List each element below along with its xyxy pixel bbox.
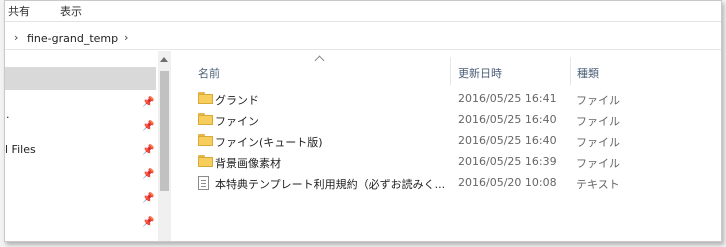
file-list: 名前 更新日時 種類 グランド 2016/05/25 16:41 ファイル ファ… <box>180 51 721 241</box>
chevron-right-icon[interactable]: › <box>124 31 128 44</box>
pin-icon[interactable]: 📌 <box>142 217 154 229</box>
column-header-name[interactable]: 名前 <box>198 65 220 81</box>
column-header-type[interactable]: 種類 <box>577 65 599 81</box>
folder-icon <box>198 92 213 104</box>
column-header-date[interactable]: 更新日時 <box>458 65 502 81</box>
file-type: ファイル <box>576 136 620 149</box>
file-name: ファイン <box>215 115 259 128</box>
nav-scrollbar[interactable] <box>158 51 171 241</box>
nav-item-selected[interactable] <box>5 67 156 90</box>
nav-item-files[interactable]: l Files <box>5 143 36 156</box>
file-date: 2016/05/25 16:40 <box>458 134 557 147</box>
nav-item-dot[interactable]: · <box>6 111 10 124</box>
folder-icon <box>198 113 213 125</box>
column-divider[interactable] <box>450 57 451 85</box>
file-name: グランド <box>215 94 259 107</box>
file-type: ファイル <box>576 157 620 170</box>
scrollbar-thumb[interactable] <box>160 71 169 191</box>
pin-icon[interactable]: 📌 <box>142 169 154 181</box>
ribbon-tabs: 共有 表示 <box>5 1 721 22</box>
folder-icon <box>198 155 213 167</box>
explorer-window: 共有 表示 › fine-grand_temp › · l Files 📌 📌 … <box>4 0 722 242</box>
file-row[interactable]: 背景画像素材 2016/05/25 16:39 ファイル <box>192 152 712 172</box>
file-type: ファイル <box>576 115 620 128</box>
file-type: テキスト <box>576 178 620 191</box>
pin-icon[interactable]: 📌 <box>142 193 154 205</box>
breadcrumb-folder[interactable]: fine-grand_temp <box>27 32 118 45</box>
sort-ascending-icon[interactable] <box>314 55 325 66</box>
pin-icon[interactable]: 📌 <box>142 121 154 133</box>
text-file-icon <box>198 176 209 190</box>
pin-icon[interactable]: 📌 <box>142 97 154 109</box>
file-name: ファイン(キュート版) <box>215 136 323 149</box>
pin-icon[interactable]: 📌 <box>142 145 154 157</box>
folder-icon <box>198 134 213 146</box>
navigation-pane: · l Files 📌 📌 📌 📌 📌 📌 <box>5 51 156 241</box>
file-name: 背景画像素材 <box>215 157 281 170</box>
file-row[interactable]: 本特典テンプレート利用規約（必ずお読みく... 2016/05/20 10:08… <box>192 173 712 193</box>
column-divider[interactable] <box>570 57 571 85</box>
ribbon-tab-view[interactable]: 表示 <box>60 3 82 19</box>
scroll-up-icon[interactable] <box>160 57 168 62</box>
ribbon-tab-share[interactable]: 共有 <box>8 3 30 19</box>
file-date: 2016/05/25 16:40 <box>458 113 557 126</box>
file-row[interactable]: グランド 2016/05/25 16:41 ファイル <box>192 89 712 109</box>
file-type: ファイル <box>576 94 620 107</box>
file-date: 2016/05/25 16:39 <box>458 155 557 168</box>
file-row[interactable]: ファイン(キュート版) 2016/05/25 16:40 ファイル <box>192 131 712 151</box>
file-date: 2016/05/25 16:41 <box>458 92 557 105</box>
chevron-right-icon[interactable]: › <box>14 31 18 44</box>
file-name: 本特典テンプレート利用規約（必ずお読みく... <box>215 178 446 191</box>
file-row[interactable]: ファイン 2016/05/25 16:40 ファイル <box>192 110 712 130</box>
column-headers: 名前 更新日時 種類 <box>180 51 721 85</box>
file-date: 2016/05/20 10:08 <box>458 176 557 189</box>
address-bar[interactable]: › fine-grand_temp › <box>5 27 721 50</box>
